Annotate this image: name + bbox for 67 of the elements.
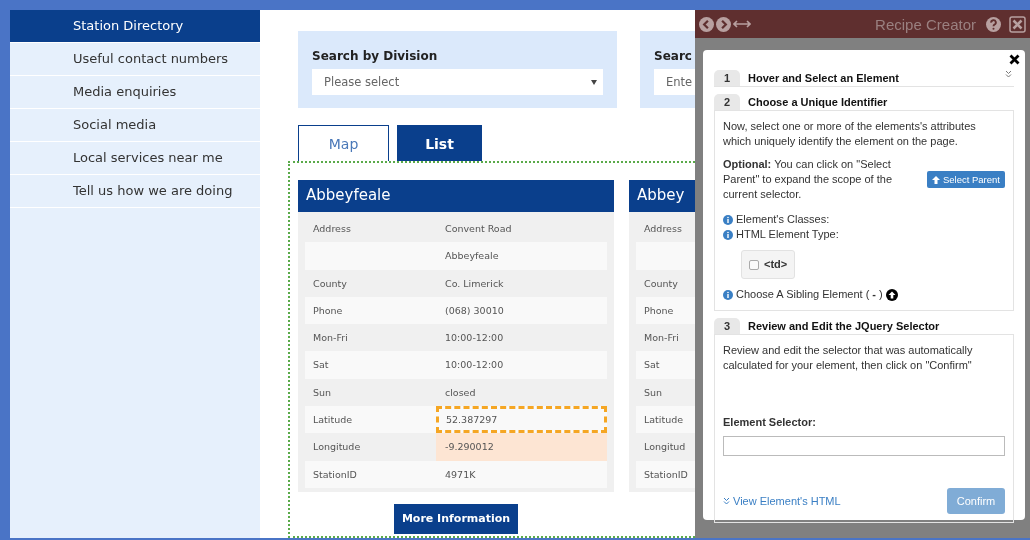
expand-icon[interactable] — [1005, 70, 1012, 78]
info-label: Element's Classes: — [736, 212, 830, 227]
chevron-icon — [723, 496, 730, 505]
row-label: Longitud — [644, 441, 686, 453]
row-label: StationID — [313, 468, 357, 480]
card-title: Abbeyfeale — [298, 180, 614, 212]
row-label: Mon-Fri — [644, 332, 679, 344]
field-label: Element Selector: — [723, 415, 817, 430]
sibling-text: Choose A Sibling Element ( - ) — [736, 287, 883, 302]
row-value: Abbeyfeale — [445, 250, 499, 262]
row-label: Sun — [313, 386, 332, 398]
caret-icon — [591, 79, 597, 85]
instruction-text: Review and edit the selector that was automatically calculated for your element, then click on "Confirm" — [723, 343, 974, 373]
row-label: StationID — [644, 468, 688, 480]
row-label: Sat — [313, 359, 329, 371]
info-icon — [723, 289, 733, 300]
row-value: 10:00-12:00 — [445, 359, 504, 371]
instruction-text: Now, select one or more of the elements's attributes which uniquely identify the element on the page. — [723, 119, 977, 149]
row-label: County — [313, 277, 347, 289]
element-type-option[interactable]: <td> — [741, 250, 796, 279]
field-label: Searc — [654, 49, 693, 63]
row-label: Sun — [644, 386, 663, 398]
field-label: Search by Division — [312, 49, 439, 63]
row-label: Address — [644, 223, 682, 234]
row-label: Latitude — [313, 414, 353, 426]
row-value: 4971K — [445, 468, 476, 480]
back-icon[interactable] — [699, 16, 714, 32]
forward-icon[interactable] — [716, 16, 731, 32]
row-value: Convent Road — [445, 223, 512, 234]
view-html-link[interactable]: View Element's HTML — [723, 493, 841, 509]
card-title: Abbey — [629, 180, 695, 212]
search-field[interactable]: Ente — [654, 69, 695, 95]
step-number: 2 — [714, 94, 740, 110]
row-label: Phone — [313, 304, 343, 316]
row-label: Longitude — [313, 441, 361, 453]
row-label: Latitude — [644, 414, 684, 426]
step-number: 3 — [714, 318, 740, 334]
selector-field[interactable] — [723, 436, 1005, 456]
panel-title: Recipe Creator — [875, 15, 976, 33]
row-label: Address — [313, 223, 351, 234]
arrow-up-icon — [931, 175, 940, 184]
step-title: Choose a Unique Identifier — [748, 96, 888, 108]
division-select[interactable]: Please select — [312, 69, 603, 95]
view-tab[interactable]: Map — [298, 125, 389, 161]
step-title: Review and Edit the JQuery Selector — [748, 320, 940, 332]
optional-text: Optional: You can click on "Select Parent" to expand the scope of the current selector. — [723, 157, 894, 202]
info-icon — [723, 214, 733, 225]
row-value: closed — [445, 386, 476, 398]
row-label: Mon-Fri — [313, 332, 348, 344]
info-icon — [723, 229, 733, 240]
row-value: 10:00-12:00 — [445, 332, 504, 344]
highlighted-cell: -9.290012 — [436, 433, 607, 461]
row-label: Phone — [644, 304, 674, 316]
row-value: Co. Limerick — [445, 277, 504, 289]
row-label: Sat — [644, 359, 660, 371]
more-information-button[interactable]: More Information — [393, 503, 519, 534]
help-icon[interactable] — [986, 16, 1001, 32]
arrow-up-circle-icon[interactable] — [885, 288, 898, 301]
step-title: Hover and Select an Element — [748, 72, 899, 84]
sidebar-item[interactable]: Station Directory — [10, 10, 260, 43]
view-tab[interactable]: List — [397, 125, 482, 161]
select-parent-button[interactable]: Select Parent — [926, 171, 1005, 188]
step-number: 1 — [714, 70, 740, 86]
resize-icon[interactable] — [733, 19, 751, 29]
info-label: HTML Element Type: — [736, 227, 839, 242]
row-value: (068) 30010 — [445, 304, 504, 316]
row-label: County — [644, 277, 678, 289]
